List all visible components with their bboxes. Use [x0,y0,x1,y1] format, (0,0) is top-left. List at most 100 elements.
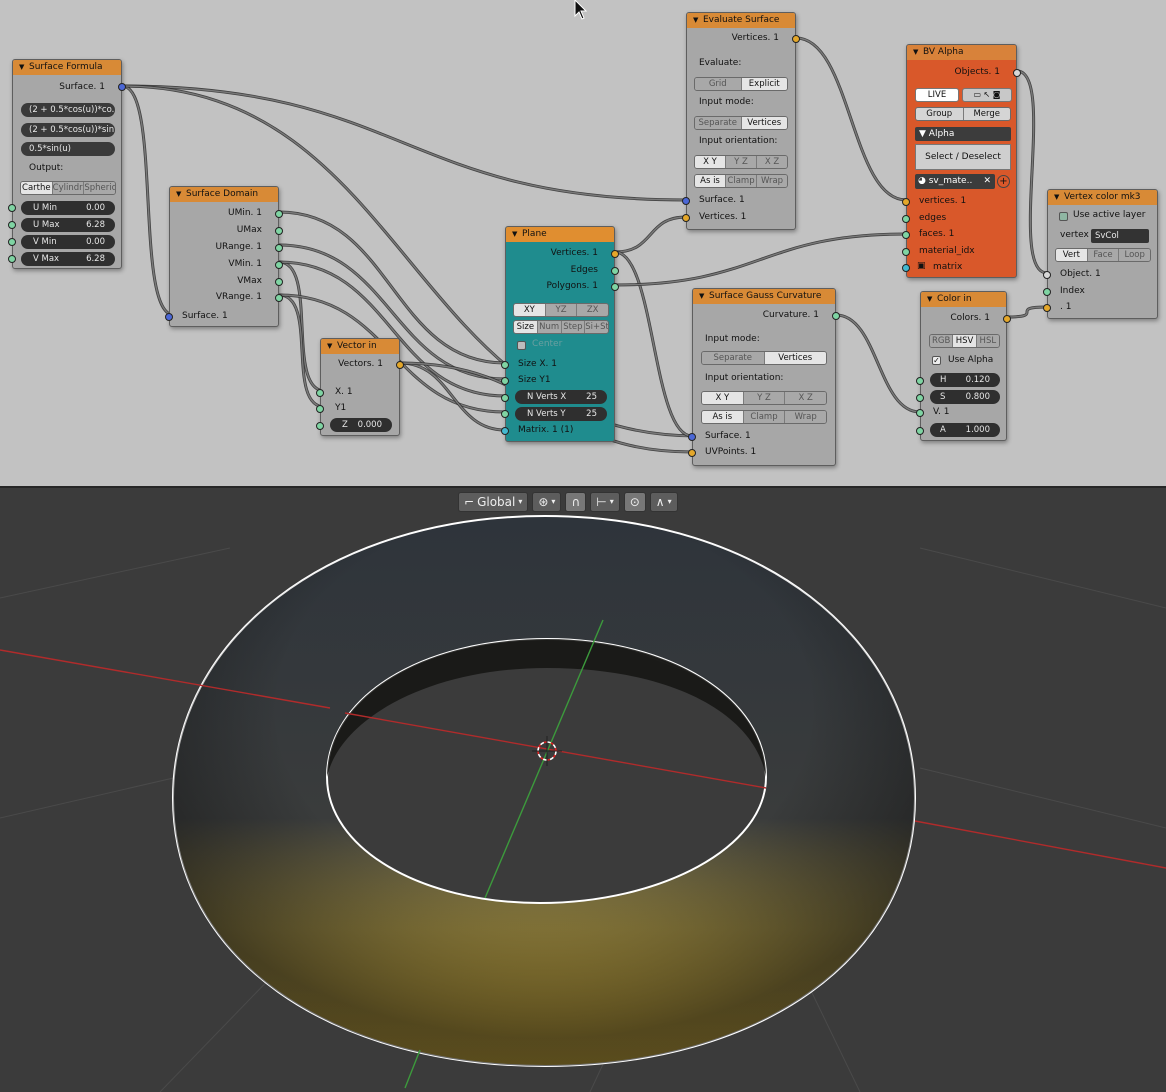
u-max-socket[interactable] [8,221,16,229]
u-min-socket[interactable] [8,204,16,212]
input-s-socket[interactable] [916,394,924,402]
input-nverts-x-socket[interactable] [501,394,509,402]
output-polygons-socket[interactable] [611,283,619,291]
v-max-field[interactable]: V Max 6.28 [21,252,115,266]
formula-y-field[interactable]: (2 + 0.5*cos(u))*sin.. [21,123,115,137]
orientation-selector[interactable]: X Y Y Z X Z [694,155,788,169]
input-h-socket[interactable] [916,377,924,385]
coordinate-mode-selector[interactable]: Carthe Cylindri Spheric [20,181,116,195]
mode-hsl[interactable]: HSL [976,335,999,347]
output-urange-socket[interactable] [275,244,283,252]
center-checkbox[interactable] [517,341,526,350]
input-size-x-socket[interactable] [501,361,509,369]
snap-element-dropdown[interactable]: ⊢ ▾ [590,492,620,512]
mode-vert[interactable]: Vert [1056,249,1088,261]
mode-cylindrical[interactable]: Cylindri [52,182,85,194]
output-surface-socket[interactable] [118,83,126,91]
vertex-color-mode-selector[interactable]: Vert Face Loop [1055,248,1151,262]
orientation-xy[interactable]: X Y [702,392,744,404]
input-v-socket[interactable] [916,409,924,417]
clamp-wrap[interactable]: Wrap [757,175,787,187]
v-min-field[interactable]: V Min 0.00 [21,235,115,249]
input-color-socket[interactable] [1043,304,1051,312]
add-material-icon[interactable]: + [997,175,1010,188]
mode-size-step[interactable]: Si+St [585,321,608,333]
clamp-selector[interactable]: As is Clamp Wrap [701,410,827,424]
surface-formula-node[interactable]: ▼ Surface Formula Surface. 1 (2 + 0.5*cos… [8,59,126,269]
3d-viewport[interactable]: ⌐ Global ▾ ⊛ ▾ ∩ ⊢ ▾ ⊙ ∧ ▾ [0,488,1166,1092]
orientation-xz[interactable]: X Z [757,156,787,168]
select-deselect-button[interactable]: Select / Deselect [915,144,1011,170]
mode-loop[interactable]: Loop [1119,249,1150,261]
group-button[interactable]: Group [916,108,964,120]
orientation-selector[interactable]: X Y Y Z X Z [701,391,827,405]
input-index-socket[interactable] [1043,288,1051,296]
output-vertices-socket[interactable] [792,35,800,43]
node-header[interactable]: ▼ Vertex color mk3 [1048,190,1157,205]
axis-zx[interactable]: ZX [577,304,608,316]
output-curvature-socket[interactable] [832,312,840,320]
node-header[interactable]: ▼ Surface Domain [170,187,278,202]
collapse-triangle-icon[interactable]: ▼ [19,60,24,74]
input-matrix-socket[interactable] [902,264,910,272]
axis-yz[interactable]: YZ [545,304,578,316]
mode-size[interactable]: Size [514,321,538,333]
mode-separate[interactable]: Separate [695,117,742,129]
output-vertices-socket[interactable] [611,250,619,258]
output-colors-socket[interactable] [1003,315,1011,323]
input-matrix-socket[interactable] [501,427,509,435]
mode-grid[interactable]: Grid [695,78,742,90]
surface-gauss-curvature-node[interactable]: ▼ Surface Gauss Curvature Curvature. 1 In… [688,288,840,466]
node-editor[interactable]: ▼ Surface Formula Surface. 1 (2 + 0.5*cos… [0,0,1166,486]
s-field[interactable]: S 0.800 [930,390,1000,404]
v-max-socket[interactable] [8,255,16,263]
node-header[interactable]: ▼ BV Alpha [907,45,1016,60]
input-a-socket[interactable] [916,427,924,435]
mode-step[interactable]: Step [561,321,586,333]
output-umin-socket[interactable] [275,210,283,218]
color-mode-selector[interactable]: RGB HSV HSL [929,334,1000,348]
vector-in-node[interactable]: ▼ Vector in Vectors. 1 X. 1 Y1 Z 0.000 [316,338,404,436]
input-z-socket[interactable] [316,422,324,430]
input-material-idx-socket[interactable] [902,248,910,256]
clamp-selector[interactable]: As is Clamp Wrap [694,174,788,188]
mode-vertices[interactable]: Vertices [741,117,787,129]
transform-orientation-dropdown[interactable]: ⌐ Global ▾ [458,492,529,512]
color-in-node[interactable]: ▼ Color in Colors. 1 RGB HSV HSL ✓ Use Al… [916,291,1011,441]
input-mode-selector[interactable]: Separate Vertices [701,351,827,365]
vertex-layer-field[interactable]: SvCol [1091,229,1149,243]
camera-icon[interactable]: ◙ [993,90,1001,99]
input-faces-socket[interactable] [902,231,910,239]
input-edges-socket[interactable] [902,215,910,223]
mode-explicit[interactable]: Explicit [741,78,787,90]
nverts-y-field[interactable]: N Verts Y 25 [515,407,607,421]
input-size-y-socket[interactable] [501,377,509,385]
mode-rgb[interactable]: RGB [930,335,954,347]
collapse-triangle-icon[interactable]: ▼ [927,292,932,306]
live-toggle[interactable]: LIVE [915,88,959,102]
plane-axis-selector[interactable]: XY YZ ZX [513,303,609,317]
orientation-xz[interactable]: X Z [785,392,826,404]
v-min-socket[interactable] [8,238,16,246]
surface-domain-node[interactable]: ▼ Surface Domain UMin. 1 UMax URange. 1 V… [165,186,283,327]
formula-x-field[interactable]: (2 + 0.5*cos(u))*co.. [21,103,115,117]
orientation-xy[interactable]: X Y [695,156,726,168]
input-object-socket[interactable] [1043,271,1051,279]
collapse-triangle-icon[interactable]: ▼ [1054,190,1059,204]
clamp-clamp[interactable]: Clamp [726,175,757,187]
formula-z-field[interactable]: 0.5*sin(u) [21,142,115,156]
output-umax-socket[interactable] [275,227,283,235]
monitor-icon[interactable]: ▭ [973,90,981,99]
input-vertices-socket[interactable] [902,198,910,206]
node-header[interactable]: ▼ Evaluate Surface [687,13,795,28]
axis-xy[interactable]: XY [514,304,546,316]
output-vmin-socket[interactable] [275,261,283,269]
node-header[interactable]: ▼ Surface Formula [13,60,121,75]
mode-separate[interactable]: Separate [702,352,765,364]
clamp-clamp[interactable]: Clamp [743,411,786,423]
mode-face[interactable]: Face [1087,249,1120,261]
collapse-triangle-icon[interactable]: ▼ [176,187,181,201]
input-y-socket[interactable] [316,405,324,413]
h-field[interactable]: H 0.120 [930,373,1000,387]
input-surface-socket[interactable] [165,313,173,321]
